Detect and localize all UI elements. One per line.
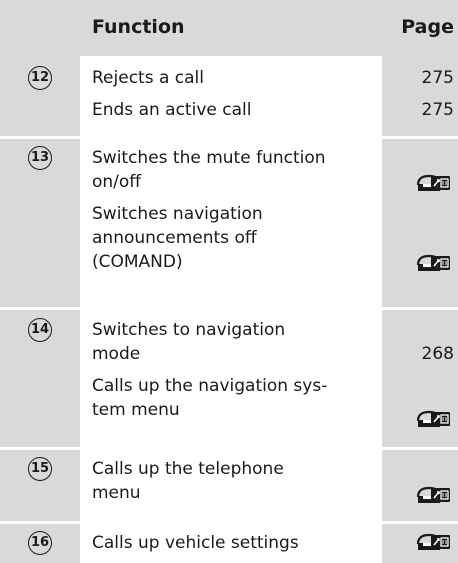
- function-text: (COMAND): [92, 252, 183, 272]
- header-function: Function: [92, 16, 185, 38]
- row-number-12: 12: [28, 66, 52, 90]
- row-divider: [0, 521, 458, 524]
- function-text: Switches to navigation: [92, 320, 286, 340]
- function-text: Switches the mute function: [92, 148, 326, 168]
- display-icon: [417, 254, 450, 271]
- row-number-13: 13: [28, 146, 52, 170]
- function-text: Calls up the navigation sys-: [92, 376, 328, 396]
- function-text: tem menu: [92, 400, 180, 420]
- row-number-15: 15: [28, 457, 52, 481]
- display-icon: [417, 174, 450, 191]
- function-text: on/off: [92, 172, 142, 192]
- function-text: Calls up the telephone: [92, 459, 284, 479]
- header-page: Page: [401, 16, 454, 38]
- function-text: Switches navigation: [92, 204, 263, 224]
- row-number-16: 16: [28, 531, 52, 555]
- row-divider: [0, 447, 458, 450]
- table-header: Function Page: [0, 0, 458, 56]
- row-divider: [0, 307, 458, 310]
- function-text: Ends an active call: [92, 100, 252, 120]
- display-icon: [417, 486, 450, 503]
- display-icon: [417, 410, 450, 427]
- reference-table: Function Page 12 Rejects a call 275 Ends…: [0, 0, 458, 563]
- display-icon: [417, 533, 450, 550]
- row-number-14: 14: [28, 318, 52, 342]
- page-ref: 275: [421, 68, 454, 88]
- row-divider: [0, 136, 458, 139]
- function-text: menu: [92, 483, 141, 503]
- page-ref: 275: [421, 100, 454, 120]
- function-text: announcements off: [92, 228, 257, 248]
- function-text: Calls up vehicle settings: [92, 533, 299, 553]
- function-text: mode: [92, 344, 141, 364]
- function-text: Rejects a call: [92, 68, 204, 88]
- page-ref: 268: [421, 344, 454, 364]
